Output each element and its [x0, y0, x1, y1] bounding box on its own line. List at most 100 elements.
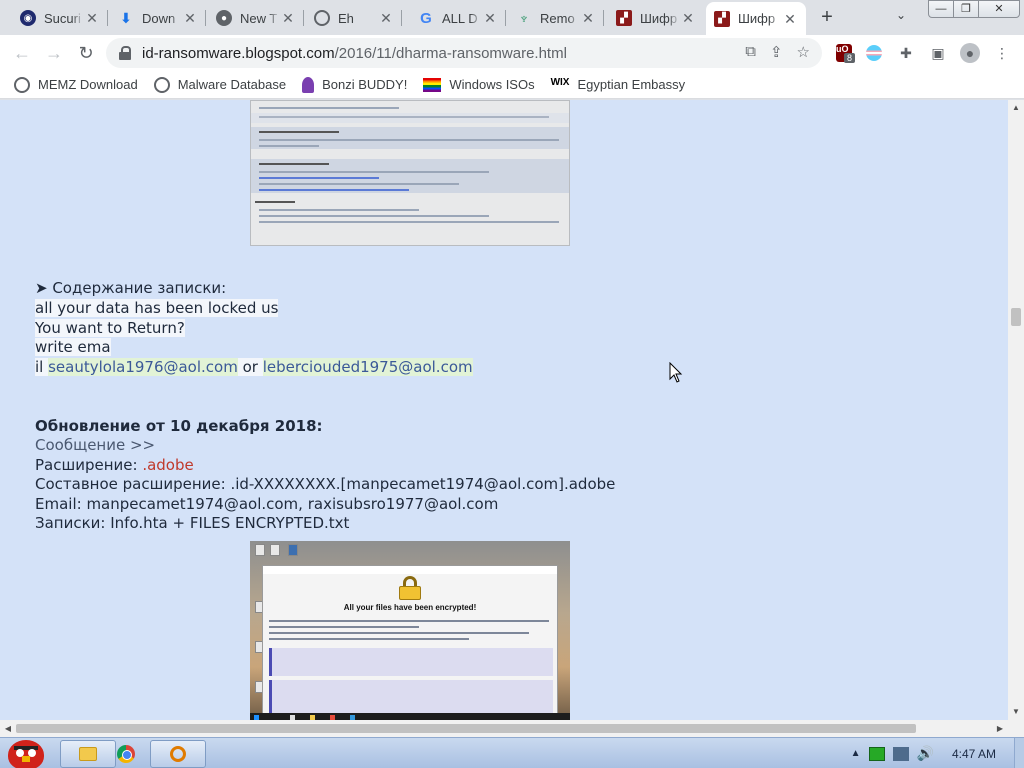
taskbar-clock[interactable]: 4:47 AM — [952, 747, 996, 761]
tab-new-tab[interactable]: ● New T ✕ — [208, 4, 304, 32]
email-link-2[interactable]: lebercioudеd1975@aol.com — [262, 358, 473, 376]
translate-icon[interactable]: ⧉ — [745, 43, 756, 61]
tray-expand-icon[interactable]: ▲ — [851, 748, 861, 759]
extensions-puzzle-icon[interactable]: ✚ — [896, 43, 916, 63]
system-tray: ▲ 🔊 4:47 AM — [851, 738, 1024, 768]
tab-close-icon[interactable]: ✕ — [378, 10, 394, 26]
chrome-icon — [117, 745, 135, 763]
horizontal-scrollbar[interactable]: ◀ ▶ — [0, 720, 1024, 737]
ransom-note-screenshot-1[interactable] — [250, 100, 570, 246]
folder-icon — [79, 747, 97, 761]
note-line: You want to Return? — [35, 319, 185, 337]
action-center-flag-icon[interactable] — [868, 746, 885, 761]
address-bar[interactable]: id-ransomware.blogspot.com/2016/11/dharm… — [106, 38, 822, 68]
wix-icon: WIX — [550, 76, 570, 88]
lock-icon[interactable] — [118, 46, 132, 60]
email-link-1[interactable]: seautylola1976@aol.com — [48, 358, 238, 376]
scroll-up-arrow-icon[interactable]: ▲ — [1008, 100, 1024, 116]
bookmark-egyptian-embassy[interactable]: WIX Egyptian Embassy — [551, 77, 686, 93]
maximize-button[interactable]: ❐ — [953, 0, 979, 18]
tab-close-icon[interactable]: ✕ — [482, 10, 498, 26]
emails-line: Email: manpecamet1974@aol.com, raxisubsr… — [35, 495, 499, 513]
tab-close-icon[interactable]: ✕ — [182, 10, 198, 26]
reload-icon[interactable]: ↻ — [74, 41, 98, 65]
magnifier-icon — [170, 746, 186, 762]
chrome-icon: ● — [216, 10, 232, 26]
side-panel-icon[interactable]: ▣ — [928, 43, 948, 63]
google-icon: G — [420, 9, 432, 27]
tab-close-icon[interactable]: ✕ — [84, 10, 100, 26]
tab-remo[interactable]: ♆ Remo ✕ — [508, 4, 604, 32]
extension-value: .adobe — [142, 456, 194, 474]
scrollbar-thumb[interactable] — [1011, 308, 1021, 326]
browser-toolbar: ← → ↻ id-ransomware.blogspot.com/2016/11… — [0, 35, 1024, 71]
forward-arrow-icon[interactable]: → — [42, 41, 66, 65]
message-link[interactable]: Сообщение >> — [35, 435, 155, 455]
update-heading: Обновление от 10 декабря 2018: — [35, 417, 323, 435]
bookmark-windows-isos[interactable]: Windows ISOs — [423, 77, 535, 92]
malwarebytes-icon: ♆ — [518, 10, 530, 26]
id-ransomware-icon: ▞ — [616, 10, 632, 26]
tab-close-icon[interactable]: ✕ — [280, 10, 296, 26]
vertical-scrollbar[interactable]: ▲ ▼ — [1008, 100, 1024, 720]
download-icon: ⬇ — [120, 9, 132, 26]
angry-bird-start-icon — [8, 740, 44, 768]
dialog-heading: All your files have been encrypted! — [343, 603, 477, 612]
tab-eh[interactable]: Eh ✕ — [306, 4, 402, 32]
tab-sucuri[interactable]: ◉ Sucuri ✕ — [12, 4, 108, 32]
bookmark-memz-download[interactable]: MEMZ Download — [14, 76, 138, 93]
tab-close-icon[interactable]: ✕ — [580, 10, 596, 26]
desktop-icon — [270, 544, 280, 556]
new-tab-button[interactable]: + — [816, 6, 838, 28]
url-host: id-ransomware.blogspot.com — [142, 44, 335, 62]
globe-icon — [314, 10, 330, 26]
rainbow-flag-icon — [423, 77, 442, 92]
bookmark-star-icon[interactable]: ☆ — [797, 43, 810, 61]
id-ransomware-icon: ▞ — [714, 10, 730, 27]
show-desktop-button[interactable] — [1014, 738, 1024, 768]
network-icon[interactable] — [892, 746, 909, 761]
tab-shifr-1[interactable]: ▞ Шифр ✕ — [608, 4, 704, 32]
profile-avatar-icon[interactable]: ● — [960, 43, 980, 63]
ransom-dialog: All your files have been encrypted! — [262, 565, 558, 715]
tab-download[interactable]: ⬇ Down ✕ — [110, 4, 206, 32]
note-line: write ema — [35, 338, 111, 356]
share-icon[interactable]: ⇪ — [770, 43, 783, 61]
windows-taskbar: ▲ 🔊 4:47 AM — [0, 737, 1024, 768]
scrollbar-thumb[interactable] — [16, 724, 916, 733]
start-button[interactable] — [2, 732, 52, 768]
bookmark-bonzi-buddy[interactable]: Bonzi BUDDY! — [302, 76, 407, 93]
sucuri-icon: ◉ — [20, 10, 36, 26]
taskbar-search-app[interactable] — [150, 740, 206, 768]
trans-flag-extension-icon[interactable] — [864, 43, 884, 63]
globe-icon — [153, 76, 170, 93]
taskbar-chrome[interactable] — [98, 740, 154, 768]
bookmarks-bar: MEMZ Download Malware Database Bonzi BUD… — [0, 71, 1024, 99]
ransom-note-screenshot-2[interactable]: All your files have been encrypted! — [250, 541, 570, 720]
bookmark-malware-database[interactable]: Malware Database — [153, 76, 286, 93]
desktop-icon — [288, 544, 298, 556]
extension-badge: 8 — [844, 53, 856, 63]
globe-icon — [14, 76, 30, 93]
desktop-icon — [255, 544, 265, 556]
padlock-icon — [399, 576, 421, 600]
compound-extension-line: Составное расширение: .id-XXXXXXXX.[manp… — [35, 475, 616, 493]
note-heading: ➤ Содержание записки: — [35, 279, 227, 297]
tab-close-icon[interactable]: ✕ — [782, 11, 798, 27]
close-window-button[interactable]: ✕ — [978, 0, 1020, 18]
menu-kebab-icon[interactable]: ⋮ — [992, 43, 1012, 63]
tab-close-icon[interactable]: ✕ — [680, 10, 696, 26]
ublock-origin-icon[interactable]: uO 8 — [834, 43, 856, 63]
tab-search-chevron-icon[interactable]: ⌄ — [896, 8, 906, 22]
minimize-button[interactable]: — — [928, 0, 954, 18]
scroll-right-arrow-icon[interactable]: ▶ — [992, 720, 1008, 737]
url-path: /2016/11/dharma-ransomware.html — [334, 44, 567, 62]
tab-all-d[interactable]: G ALL D ✕ — [410, 4, 506, 32]
notes-line: Записки: Info.hta + FILES ENCRYPTED.txt — [35, 514, 350, 532]
note-emails-line: il seautylola1976@aol.com or lebercioudе… — [35, 358, 473, 376]
back-arrow-icon[interactable]: ← — [10, 41, 34, 65]
mouse-cursor-icon — [669, 362, 683, 383]
tab-shifr-active[interactable]: ▞ Шифр ✕ — [706, 2, 806, 35]
volume-icon[interactable]: 🔊 — [917, 745, 934, 762]
scroll-down-arrow-icon[interactable]: ▼ — [1008, 704, 1024, 720]
